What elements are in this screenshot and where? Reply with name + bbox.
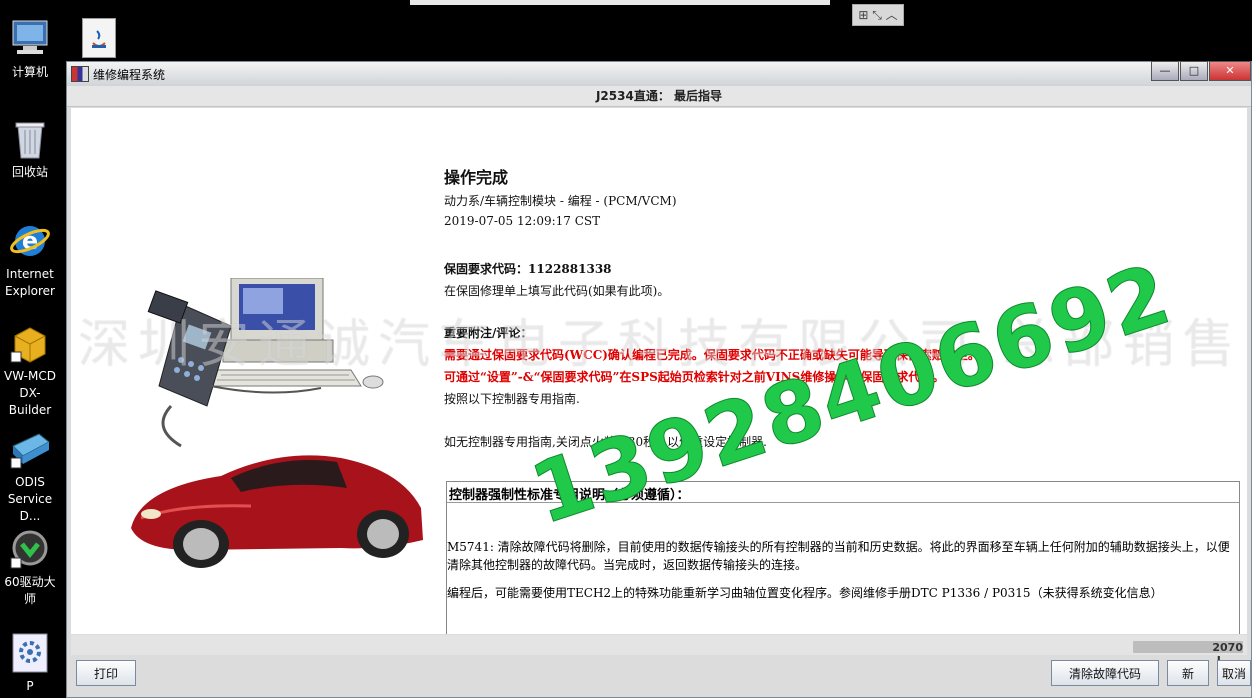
odis-device-icon bbox=[9, 428, 51, 470]
java-file-icon[interactable] bbox=[82, 18, 116, 58]
warning-line-1: 需要通过保固要求代码(WCC)确认编程已完成。保固要求代码不正确或缺失可能导致保… bbox=[444, 348, 980, 362]
guide-paragraph-2: 编程后，可能需要使用TECH2上的特殊功能重新学习曲轴位置变化程序。参阅维修手册… bbox=[447, 586, 1163, 600]
warning-line-2: 可通过“设置”-&“保固要求代码”在SPS起始页检索针对之前VINS维修操作的保… bbox=[444, 370, 945, 384]
app-window: 维修编程系统 — □ ✕ J2534直通： 最后指导 操作完成 动力系/车辆控制… bbox=[66, 61, 1252, 698]
window-title: 维修编程系统 bbox=[93, 67, 166, 82]
guide-paragraph-1: M5741: 清除故障代码将删除，目前使用的数据传输接头的所有控制器的当前和历史… bbox=[447, 540, 1230, 572]
page-title: 操作完成 bbox=[444, 168, 509, 187]
desktop-icon-driver-master[interactable]: 60驱动大师 bbox=[0, 528, 60, 608]
remarks-label: 重要附注/评论： bbox=[444, 326, 533, 340]
follow-guide-line: 按照以下控制器专用指南. bbox=[444, 392, 580, 406]
illustration bbox=[111, 277, 431, 608]
timestamp: 2019-07-05 12:09:17 CST bbox=[444, 214, 601, 228]
computer-icon bbox=[9, 18, 51, 60]
close-button[interactable]: ✕ bbox=[1209, 61, 1251, 81]
top-widget[interactable]: ⊞ ⤡ ︿ bbox=[852, 4, 904, 26]
top-bar bbox=[410, 0, 830, 5]
page-subtitle: J2534直通： 最后指导 bbox=[67, 86, 1251, 107]
desktop-icon-computer[interactable]: 计算机 bbox=[0, 18, 60, 81]
driver-master-icon bbox=[9, 528, 51, 570]
no-guide-line: 如无控制器专用指南,关闭点火装置30秒，以便重设定控制器. bbox=[444, 435, 767, 449]
desktop-icon-odis[interactable]: ODIS Service D... bbox=[0, 428, 60, 525]
guide-box[interactable]: 控制器强制性标准专用说明（必须遵循）： M5741: 清除故障代码将删除，目前使… bbox=[446, 481, 1240, 634]
new-button[interactable]: 新 bbox=[1167, 660, 1209, 686]
maximize-button[interactable]: □ bbox=[1180, 61, 1208, 81]
desktop-icon-label: VW-MCD DX-Builder bbox=[4, 369, 56, 417]
print-button[interactable]: 打印 bbox=[76, 660, 136, 686]
warranty-code-label: 保固要求代码： bbox=[444, 262, 529, 276]
vin-bar: VIN: L2070 bbox=[71, 635, 1247, 667]
sports-car-icon bbox=[131, 455, 423, 568]
internet-explorer-icon: e bbox=[9, 220, 51, 262]
desktop-icon-vw-mcd[interactable]: VW-MCD DX-Builder bbox=[0, 322, 60, 419]
package-box-icon bbox=[9, 322, 51, 364]
desktop-icon-label: 回收站 bbox=[11, 165, 48, 179]
warranty-code-row: 保固要求代码：1122881338 bbox=[444, 260, 612, 277]
warranty-note: 在保固修理单上填写此代码(如果有此项)。 bbox=[444, 284, 670, 298]
content-panel: 操作完成 动力系/车辆控制模块 - 编程 - (PCM/VCM) 2019-07… bbox=[71, 108, 1247, 634]
desktop-icon-label: 60驱动大师 bbox=[4, 575, 56, 606]
window-controls: — □ ✕ bbox=[1150, 61, 1251, 81]
desktop-icon-label: 计算机 bbox=[11, 65, 48, 79]
desktop-icon-label: Internet Explorer bbox=[5, 267, 55, 298]
window-titlebar[interactable]: 维修编程系统 bbox=[67, 62, 1251, 86]
desktop-icon-recycle-bin[interactable]: 回收站 bbox=[0, 118, 60, 181]
recycle-bin-icon bbox=[9, 118, 51, 160]
desktop-icon-label: ODIS Service D... bbox=[7, 475, 53, 523]
module-line: 动力系/车辆控制模块 - 编程 - (PCM/VCM) bbox=[444, 194, 677, 208]
scan-tool-icon bbox=[147, 290, 232, 407]
warranty-code-value: 1122881338 bbox=[528, 262, 612, 276]
minimize-button[interactable]: — bbox=[1151, 61, 1179, 81]
desktop-icon-ie[interactable]: e Internet Explorer bbox=[0, 220, 60, 300]
guide-header: 控制器强制性标准专用说明（必须遵循）： bbox=[447, 482, 1239, 503]
clear-dtc-button[interactable]: 清除故障代码 bbox=[1051, 660, 1159, 686]
desktop-icon-label: P bbox=[26, 679, 34, 693]
gear-document-icon bbox=[9, 632, 51, 674]
desktop-icon-p[interactable]: P bbox=[0, 632, 60, 695]
app-flag-icon bbox=[71, 66, 89, 82]
computer-icon bbox=[206, 277, 384, 389]
vin-tail: 2070 bbox=[1212, 641, 1243, 654]
cancel-button[interactable]: 取消 bbox=[1217, 660, 1251, 686]
